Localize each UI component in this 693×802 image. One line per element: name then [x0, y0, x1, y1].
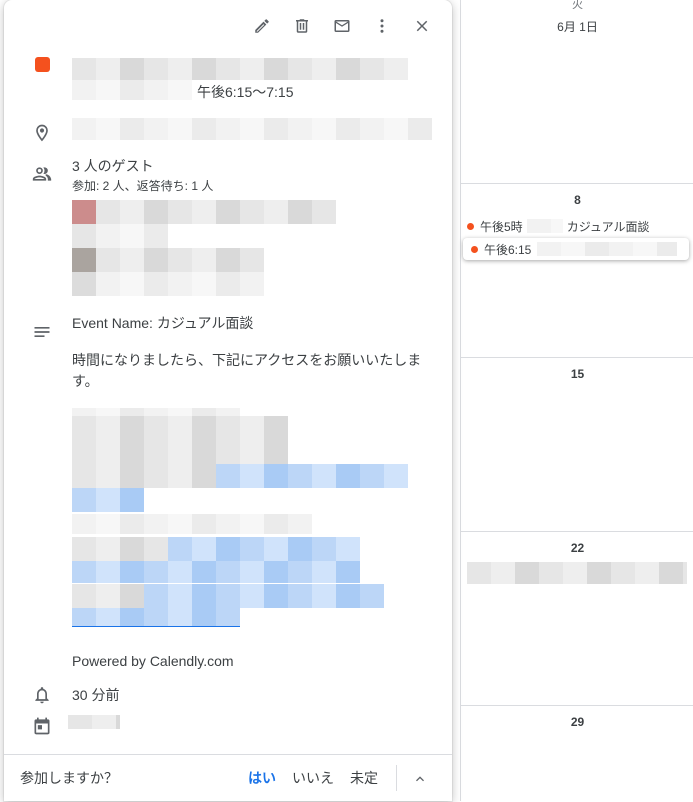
calendar-grid: 火 6月 1日 8 午後5時 カジュアル面談 午後6:15 15 22 29 [460, 0, 693, 801]
location-pin-icon [36, 124, 48, 142]
redacted-text [72, 537, 168, 561]
date-label: 6月 1日 [557, 20, 598, 34]
event-date-redacted [72, 80, 192, 100]
guest-item[interactable] [72, 248, 336, 272]
redacted-link [168, 537, 360, 561]
event-color-dot [471, 245, 478, 253]
link-redacted[interactable] [72, 608, 240, 627]
location-redacted[interactable] [72, 118, 432, 140]
description-row-icon [30, 322, 54, 342]
guest-summary: 3 人のゲスト [72, 158, 154, 174]
avatar [72, 200, 96, 224]
guest-status: 参加: 2 人、返答待ち: 1 人 [72, 179, 214, 193]
calendar-icon [34, 717, 50, 735]
email-guests-button[interactable] [322, 10, 362, 42]
day-number: 29 [570, 715, 585, 729]
guest-name-redacted [96, 248, 264, 272]
redacted-text [72, 464, 216, 488]
calendar-row-icon [30, 716, 54, 736]
event-time: 午後5時 [480, 219, 523, 234]
event-time-range: 午後6:15〜7:15 [197, 84, 294, 100]
close-icon [416, 20, 428, 32]
link-redacted[interactable] [72, 537, 360, 561]
delete-button[interactable] [282, 10, 322, 42]
day-cell-15[interactable]: 15 [461, 357, 693, 532]
rsvp-no-button[interactable]: いいえ [292, 768, 334, 788]
guest-name-redacted [96, 200, 336, 224]
event-chip-casual[interactable]: 午後5時 カジュアル面談 [467, 216, 650, 236]
day-number: 8 [574, 193, 581, 207]
day-number: 22 [570, 541, 585, 555]
edit-button[interactable] [242, 10, 282, 42]
footer-divider [396, 765, 397, 791]
day-cell-8[interactable]: 8 午後5時 カジュアル面談 午後6:15 [461, 183, 693, 358]
description-icon [34, 327, 50, 337]
redacted-text [467, 562, 687, 584]
redacted-text [537, 242, 678, 256]
link-redacted[interactable] [72, 464, 408, 488]
event-color [30, 57, 54, 72]
description-redacted [72, 514, 312, 534]
reminder-text: 30 分前 [72, 687, 120, 703]
close-button[interactable] [402, 10, 442, 42]
link-redacted[interactable] [72, 488, 144, 512]
reminder-row-icon [30, 685, 54, 705]
email-icon [334, 20, 350, 32]
redacted-link [144, 584, 384, 608]
redacted-text [72, 584, 144, 608]
more-vert-icon [380, 19, 384, 33]
link-redacted[interactable] [72, 561, 360, 583]
description-redacted [72, 416, 288, 464]
powered-by: Powered by Calendly.com [72, 653, 234, 669]
expand-rsvp-button[interactable] [408, 767, 432, 791]
guests-icon [32, 167, 52, 181]
bell-icon [35, 687, 49, 704]
avatar [72, 272, 96, 296]
avatar [72, 248, 96, 272]
rsvp-yes-button[interactable]: はい [248, 768, 276, 788]
rsvp-question: 参加しますか？ [20, 770, 118, 786]
description-body: 時間になりましたら、下記にアクセスをお願いいたします。 [72, 352, 422, 389]
guest-item[interactable] [72, 200, 336, 224]
popup-toolbar [242, 10, 442, 42]
chevron-up-icon [416, 776, 424, 782]
rsvp-footer: 参加しますか？ はい いいえ 未定 [4, 754, 452, 801]
link-redacted[interactable] [72, 584, 384, 608]
event-detail-popup: 午後6:15〜7:15 3 人のゲスト 参加: 2 人、返答待ち: 1 人 Ev… [4, 0, 452, 801]
event-title-redacted [72, 58, 408, 80]
guest-list [72, 200, 336, 296]
redacted-link [216, 464, 408, 488]
event-color-dot [467, 222, 474, 230]
edit-icon [255, 19, 269, 33]
event-title: カジュアル面談 [566, 219, 650, 234]
rsvp-maybe-button[interactable]: 未定 [350, 768, 378, 788]
description-event-name: Event Name: カジュアル面談 [72, 315, 254, 331]
location-row-icon [30, 123, 54, 143]
guests-row-icon [30, 164, 54, 184]
weekday-label: 火 [572, 0, 583, 11]
day-header[interactable]: 火 6月 1日 [461, 0, 693, 40]
more-options-button[interactable] [362, 10, 402, 42]
day-cell-29[interactable]: 29 [461, 705, 693, 802]
guest-name-redacted [96, 224, 168, 248]
event-time: 午後6:15 [484, 242, 532, 257]
guest-item[interactable] [72, 272, 336, 296]
day-cell-22[interactable]: 22 [461, 531, 693, 706]
guest-name-redacted [96, 272, 264, 296]
day-number: 15 [570, 367, 585, 381]
avatar [72, 224, 96, 248]
event-chip-redacted[interactable] [467, 562, 687, 584]
redacted-text [526, 219, 563, 233]
event-color-square [34, 57, 50, 72]
description-redacted [72, 408, 240, 416]
event-chip-selected[interactable]: 午後6:15 [463, 238, 689, 260]
delete-icon [296, 19, 308, 33]
guest-item[interactable] [72, 224, 336, 248]
calendar-owner-redacted [68, 715, 120, 729]
